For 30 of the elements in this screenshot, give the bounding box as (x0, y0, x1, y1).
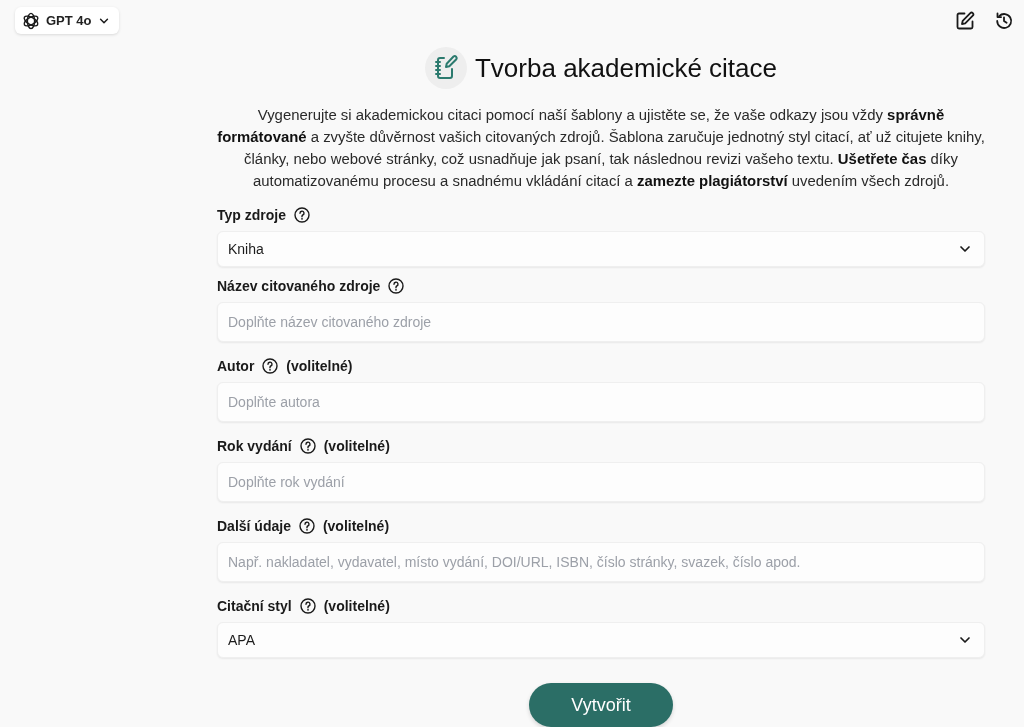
knot-logo-icon (22, 11, 40, 30)
help-icon[interactable] (388, 278, 405, 294)
description-text: Vygenerujte si akademickou citaci pomocí naší šablony a ujistěte se, že vaše odkazy jsou vždy správně formátované a zvyšte důvěrnost vašich citovaných zdrojů. Šablona zaručuje jednotný styl citací, ať už citujete knihy, články, nebo webové stránky, což usnadňuje jak psaní, tak následnou revizi vašeho textu. Ušetřete čas díky automatizovanému procesu a snadnému vkládání citací a zamezte plagiátorství uvedením všech zdrojů. (216, 106, 986, 191)
optional-label: (volitelné) (322, 518, 390, 534)
create-button[interactable]: Vytvořit (529, 683, 673, 727)
dropdown-field[interactable]: Kniha (217, 231, 985, 267)
page-title: Tvorba akademické citace (475, 52, 777, 84)
text-input-field[interactable]: Doplňte rok vydání (217, 462, 985, 502)
field-label: Citační styl (217, 598, 292, 614)
optional-label: (volitelné) (323, 438, 390, 454)
model-selector-button[interactable]: GPT 4o (15, 7, 119, 34)
text-input-field[interactable]: Doplňte autora (217, 382, 985, 422)
field-label: Rok vydání (217, 438, 292, 454)
optional-label: (volitelné) (323, 598, 390, 614)
help-icon[interactable] (299, 598, 316, 614)
help-icon[interactable] (262, 358, 279, 374)
field-label: Autor (217, 358, 255, 374)
notebook-pencil-icon (425, 47, 467, 89)
text-input-field[interactable]: Např. nakladatel, vydavatel, místo vydání, DOI/URL, ISBN, číslo stránky, svazek, číslo apod. (217, 542, 985, 582)
history-icon[interactable] (994, 10, 1014, 31)
optional-label: (volitelné) (286, 358, 353, 374)
field-label: Další údaje (217, 518, 291, 534)
field-label: Název citovaného zdroje (217, 278, 381, 294)
dropdown-field[interactable]: APA (217, 622, 985, 658)
field-label: Typ zdroje (217, 207, 286, 223)
help-icon[interactable] (299, 438, 316, 454)
help-icon[interactable] (298, 518, 315, 534)
edit-icon[interactable] (955, 10, 975, 31)
text-input-field[interactable]: Doplňte název citovaného zdroje (217, 302, 985, 342)
help-icon[interactable] (293, 207, 310, 223)
